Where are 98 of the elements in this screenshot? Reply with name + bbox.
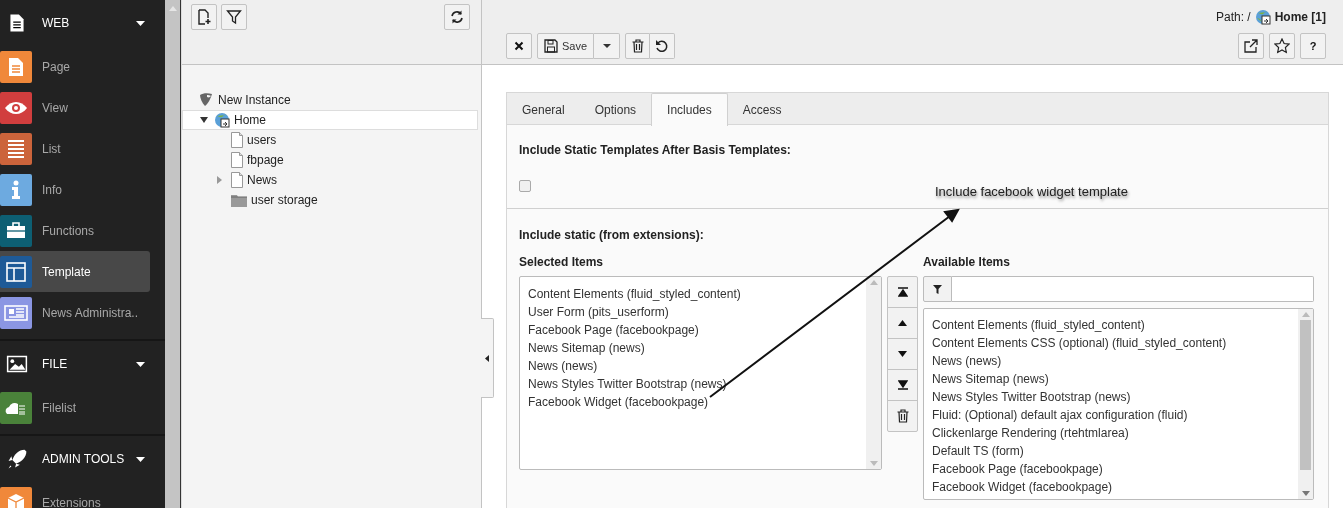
tree-node[interactable]: Home xyxy=(182,110,478,130)
caret-down-icon xyxy=(136,361,145,367)
list-option[interactable]: User Form (pits_userform) xyxy=(528,303,866,321)
tree-node[interactable]: users xyxy=(182,130,481,150)
newspaper-icon xyxy=(0,296,32,329)
close-icon xyxy=(514,41,524,51)
tree-node[interactable]: News xyxy=(182,170,481,190)
scrollbar-thumb[interactable] xyxy=(1300,320,1311,470)
star-icon xyxy=(1274,38,1290,54)
list-option[interactable]: Content Elements CSS (optional) (fluid_styled_content) xyxy=(932,334,1298,352)
refresh-icon xyxy=(449,9,465,25)
move-to-top-icon xyxy=(897,287,908,297)
trash-icon xyxy=(896,409,909,423)
tab[interactable]: Includes xyxy=(651,93,728,126)
checkbox[interactable] xyxy=(519,180,531,192)
trash-icon xyxy=(631,39,644,53)
module-menu-item[interactable]: View xyxy=(0,87,150,128)
list-option[interactable]: Clickenlarge Rendering (rtehtmlarea) xyxy=(932,424,1298,442)
caret-down-icon xyxy=(136,456,145,462)
tab[interactable]: Access xyxy=(727,93,797,126)
section-label: Include static (from extensions): xyxy=(519,227,705,244)
undo-button[interactable] xyxy=(650,33,676,59)
filter-icon xyxy=(933,284,942,294)
tree-node[interactable]: New Instance xyxy=(182,90,481,110)
section-label: Include Static Templates After Basis Templates: xyxy=(519,142,792,159)
tree-node[interactable]: fbpage xyxy=(182,150,481,170)
module-group-header[interactable]: ADMIN TOOLS xyxy=(0,436,165,482)
layout-icon xyxy=(0,255,32,288)
eye-icon xyxy=(0,91,32,124)
module-menu-item[interactable]: Extensions xyxy=(0,482,150,508)
list-option[interactable]: Default TS (form) xyxy=(932,442,1298,460)
page-icon xyxy=(231,132,243,148)
list-icon xyxy=(0,132,32,165)
filter-button[interactable] xyxy=(221,4,247,30)
external-window-icon xyxy=(1244,39,1258,53)
caret-up-icon xyxy=(898,320,907,326)
undo-icon xyxy=(655,39,670,53)
new-page-icon xyxy=(196,9,212,25)
module-menu-item[interactable]: News Administra.. xyxy=(0,292,150,333)
help-button[interactable]: ? xyxy=(1300,33,1326,59)
move-to-bottom-icon xyxy=(897,380,908,390)
filter-field[interactable] xyxy=(952,276,1314,302)
collapse-tree-handle[interactable] xyxy=(481,318,494,398)
list-option[interactable]: News Sitemap (news) xyxy=(528,339,866,357)
path-page-link[interactable]: Home [1] xyxy=(1274,8,1326,26)
tab[interactable]: General xyxy=(507,93,580,126)
list-option[interactable]: Content Elements (fluid_styled_content) xyxy=(932,316,1298,334)
delete-button[interactable] xyxy=(625,33,651,59)
save-button[interactable]: Save xyxy=(537,33,595,59)
page-icon xyxy=(231,152,243,168)
page-icon xyxy=(231,172,243,188)
module-menu-item[interactable]: Info xyxy=(0,169,150,210)
path-label: Path: / xyxy=(1215,9,1251,26)
collapsed-caret-icon[interactable] xyxy=(217,176,222,184)
list-title: Selected Items xyxy=(519,254,605,268)
info-icon xyxy=(0,173,32,206)
list-option[interactable]: News Styles Twitter Bootstrap (news) xyxy=(932,388,1298,406)
list-option[interactable]: Facebook Widget (facebookpage) xyxy=(932,478,1298,496)
document-icon xyxy=(0,50,32,83)
refresh-button[interactable] xyxy=(444,4,470,30)
caret-down-icon xyxy=(898,351,907,357)
new-page-button[interactable] xyxy=(191,4,217,30)
list-option[interactable]: Fluid: (Optional) default ajax configuration (fluid) xyxy=(932,406,1298,424)
list-option[interactable]: News Sitemap (news) xyxy=(932,370,1298,388)
toolbox-icon xyxy=(0,214,32,247)
caret-down-icon xyxy=(136,20,145,26)
list-option[interactable]: Facebook Page (facebookpage) xyxy=(528,321,866,339)
site-globe-icon xyxy=(1254,9,1271,25)
module-menu-item[interactable]: List xyxy=(0,128,150,169)
module-menu-item[interactable]: Filelist xyxy=(0,387,150,428)
list-option[interactable]: News Styles Twitter Bootstrap (news) xyxy=(528,375,866,393)
module-group-header[interactable]: FILE xyxy=(0,341,165,387)
typo3-logo-icon xyxy=(198,92,214,108)
close-button[interactable] xyxy=(506,33,532,59)
open-in-new-window-button[interactable] xyxy=(1238,33,1264,59)
annotation-label: Include facebook widget template xyxy=(935,183,1128,201)
scroll-down-arrow-icon[interactable] xyxy=(1301,491,1310,496)
module-menu-item[interactable]: Page xyxy=(0,46,150,87)
list-option[interactable]: News (news) xyxy=(932,352,1298,370)
cloud-icon xyxy=(0,391,32,424)
list-option[interactable]: Facebook Page (facebookpage) xyxy=(932,460,1298,478)
caret-left-icon xyxy=(485,354,489,362)
tab[interactable]: Options xyxy=(579,93,652,126)
module-menu-item[interactable]: Functions xyxy=(0,210,150,251)
list-option[interactable]: News (news) xyxy=(528,357,866,375)
expanded-caret-icon[interactable] xyxy=(200,117,208,123)
list-option[interactable]: Content Elements (fluid_styled_content) xyxy=(528,285,866,303)
tree-node[interactable]: user storage xyxy=(182,190,481,210)
bookmark-button[interactable] xyxy=(1269,33,1295,59)
caret-down-icon xyxy=(602,44,611,48)
filter-button[interactable] xyxy=(923,276,952,302)
module-menu-item[interactable]: Template xyxy=(0,251,150,292)
site-globe-icon xyxy=(214,112,230,128)
list-option[interactable]: Facebook Widget (facebookpage) xyxy=(528,393,866,411)
module-group-header[interactable]: WEB xyxy=(0,0,165,46)
list-title: Available Items xyxy=(923,254,1011,268)
folder-icon xyxy=(231,193,247,207)
filter-icon xyxy=(226,9,242,25)
